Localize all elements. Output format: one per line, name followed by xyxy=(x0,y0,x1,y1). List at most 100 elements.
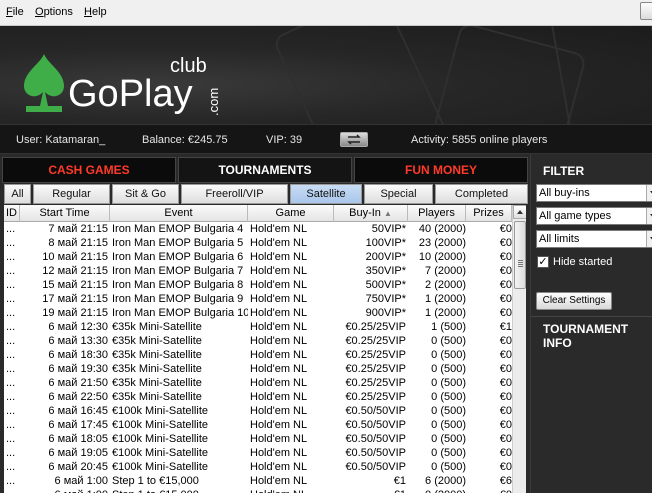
cell-prizes: €0 xyxy=(499,461,512,473)
menu-options[interactable]: Options xyxy=(35,6,73,18)
cell-id: ... xyxy=(6,377,16,389)
table-row[interactable]: ...6 май 1:00Step 1 to €15,000Hold'em NL… xyxy=(4,488,512,493)
cell-buyin: €0.50/50VIP xyxy=(345,405,406,417)
header-banner: GoPlay club .com xyxy=(0,26,652,124)
cell-game: Hold'em NL xyxy=(250,293,308,305)
window-control-button[interactable] xyxy=(640,2,652,20)
menu-file[interactable]: File xyxy=(6,6,24,18)
user-name: User: Katamaran_ xyxy=(16,134,106,146)
cell-buyin: €0.25/25VIP xyxy=(345,377,406,389)
cell-event: €35k Mini-Satellite xyxy=(112,363,202,375)
table-row[interactable]: ...6 май 1:00Step 1 to €15,000Hold'em NL… xyxy=(4,474,512,488)
cell-buyin: €1 xyxy=(393,475,406,487)
tab-tournaments[interactable]: Tournaments xyxy=(178,157,352,183)
subtab-special[interactable]: Special xyxy=(364,184,433,204)
cell-event: €100k Mini-Satellite xyxy=(112,461,208,473)
goplay-logo: GoPlay club .com xyxy=(24,54,221,116)
table-row[interactable]: ... 6 май 17:45 €100k Mini-Satellite Hold'e… xyxy=(4,418,512,432)
column-header-players[interactable]: Players xyxy=(408,205,466,222)
cell-start: 6 май 20:45 xyxy=(48,461,108,473)
hide-started-checkbox[interactable]: ✓ xyxy=(537,256,549,268)
cell-players: 0 (500) xyxy=(431,405,466,417)
cell-id: ... xyxy=(6,237,16,249)
cell-buyin: 50VIP* xyxy=(371,223,406,235)
table-row[interactable]: ... 6 май 21:50 €35k Mini-Satellite Hold'em… xyxy=(4,376,512,390)
table-row[interactable]: ... 6 май 13:30 €35k Mini-Satellite Hold'em… xyxy=(4,334,512,348)
lobby-main-panel: Cash Games Tournaments Fun Money All Reg… xyxy=(0,154,530,493)
column-header-buyin[interactable]: Buy-In ▲ xyxy=(334,205,408,222)
tab-fun-money[interactable]: Fun Money xyxy=(354,157,528,183)
table-row[interactable]: ... 17 май 21:15 Iron Man EMOP Bulgaria 9 H… xyxy=(4,292,512,306)
cell-prizes: €0 xyxy=(499,265,512,277)
subtab-satellite[interactable]: Satellite xyxy=(290,184,362,204)
column-header-id[interactable]: ID xyxy=(4,205,20,222)
cell-prizes: €0 xyxy=(499,307,512,319)
limits-select[interactable]: All limits xyxy=(536,230,652,248)
cell-start: 17 май 21:15 xyxy=(42,293,108,305)
cell-id: ... xyxy=(6,279,16,291)
buyins-select[interactable]: All buy-ins xyxy=(536,184,652,202)
cell-event: Step 1 to €15,000 xyxy=(112,475,199,487)
scroll-thumb[interactable] xyxy=(514,221,526,289)
table-scrollbar[interactable] xyxy=(512,205,526,493)
menu-options-label: ptions xyxy=(43,6,73,18)
cell-game: Hold'em NL xyxy=(250,391,308,403)
cell-event: €100k Mini-Satellite xyxy=(112,447,208,459)
cell-buyin: €0.50/50VIP xyxy=(345,433,406,445)
cell-event: €35k Mini-Satellite xyxy=(112,391,202,403)
scroll-up-button[interactable] xyxy=(513,205,526,219)
menu-help[interactable]: Help xyxy=(84,6,107,18)
cell-event: Iron Man EMOP Bulgaria 5 xyxy=(112,237,244,249)
table-row[interactable]: ... 6 май 18:05 €100k Mini-Satellite Hold'e… xyxy=(4,432,512,446)
table-row[interactable]: ... 6 май 12:30 €35k Mini-Satellite Hold'em… xyxy=(4,320,512,334)
cell-id: ... xyxy=(6,335,16,347)
subtab-sit-go[interactable]: Sit & Go xyxy=(112,184,179,204)
cell-players: 1 (2000) xyxy=(425,307,466,319)
cell-players: 6 (2000) xyxy=(425,475,466,487)
table-row[interactable]: ... 6 май 20:45 €100k Mini-Satellite Hold'e… xyxy=(4,460,512,474)
subtab-all[interactable]: All xyxy=(4,184,31,204)
clear-settings-button[interactable]: Clear Settings xyxy=(536,292,612,310)
cell-prizes: €0 xyxy=(499,279,512,291)
game-types-select[interactable]: All game types xyxy=(536,207,652,225)
column-header-event[interactable]: Event xyxy=(110,205,248,222)
tournament-info-title: TOURNAMENT INFO xyxy=(543,322,652,350)
cell-players: 40 (2000) xyxy=(418,223,466,235)
subtab-regular[interactable]: Regular xyxy=(33,184,110,204)
table-row[interactable]: ... 6 май 19:30 €35k Mini-Satellite Hold'em… xyxy=(4,362,512,376)
cell-event: Iron Man EMOP Bulgaria 9 xyxy=(112,293,244,305)
table-row[interactable]: ... 6 май 19:05 €100k Mini-Satellite Hold'e… xyxy=(4,446,512,460)
column-header-start-time[interactable]: Start Time xyxy=(20,205,110,222)
table-row[interactable]: ... 10 май 21:15 Iron Man EMOP Bulgaria 6 H… xyxy=(4,250,512,264)
cell-players: 0 (500) xyxy=(431,447,466,459)
filter-title-text: FILTER xyxy=(543,164,585,178)
table-row[interactable]: ... 19 май 21:15 Iron Man EMOP Bulgaria 10… xyxy=(4,306,512,320)
cell-buyin: €0.25/25VIP xyxy=(345,363,406,375)
tournament-table: ID Start Time Event Game Buy-In ▲ Player… xyxy=(4,205,526,493)
cell-start: 6 май 18:30 xyxy=(48,349,108,361)
table-row[interactable]: ... 8 май 21:15 Iron Man EMOP Bulgaria 5 Ho… xyxy=(4,236,512,250)
column-header-game[interactable]: Game xyxy=(248,205,334,222)
cell-players: 0 (500) xyxy=(431,391,466,403)
menu-file-mnemonic: F xyxy=(6,6,13,18)
cell-buyin: 500VIP* xyxy=(365,279,406,291)
table-row[interactable]: ... 12 май 21:15 Iron Man EMOP Bulgaria 7 H… xyxy=(4,264,512,278)
cell-event: €100k Mini-Satellite xyxy=(112,433,208,445)
refresh-button[interactable] xyxy=(340,132,368,147)
refresh-icon xyxy=(347,134,361,145)
cell-game: Hold'em NL xyxy=(250,377,308,389)
table-row[interactable]: ... 15 май 21:15 Iron Man EMOP Bulgaria 8 H… xyxy=(4,278,512,292)
subtab-freeroll-vip[interactable]: Freeroll/VIP xyxy=(181,184,288,204)
table-row[interactable]: ... 6 май 16:45 €100k Mini-Satellite Hold'e… xyxy=(4,404,512,418)
subtab-completed[interactable]: Completed xyxy=(435,184,528,204)
column-header-prizes[interactable]: Prizes xyxy=(466,205,512,222)
cell-start: 12 май 21:15 xyxy=(42,265,108,277)
cell-buyin: 100VIP* xyxy=(365,237,406,249)
cell-prizes: €0 xyxy=(499,349,512,361)
cell-start: 7 май 21:15 xyxy=(48,223,108,235)
table-row[interactable]: ... 6 май 22:50 €35k Mini-Satellite Hold'em… xyxy=(4,390,512,404)
tab-cash-games[interactable]: Cash Games xyxy=(2,157,176,183)
table-row[interactable]: ... 7 май 21:15 Iron Man EMOP Bulgaria 4 Ho… xyxy=(4,222,512,236)
table-row[interactable]: ... 6 май 18:30 €35k Mini-Satellite Hold'em… xyxy=(4,348,512,362)
cell-buyin: €0.25/25VIP xyxy=(345,335,406,347)
